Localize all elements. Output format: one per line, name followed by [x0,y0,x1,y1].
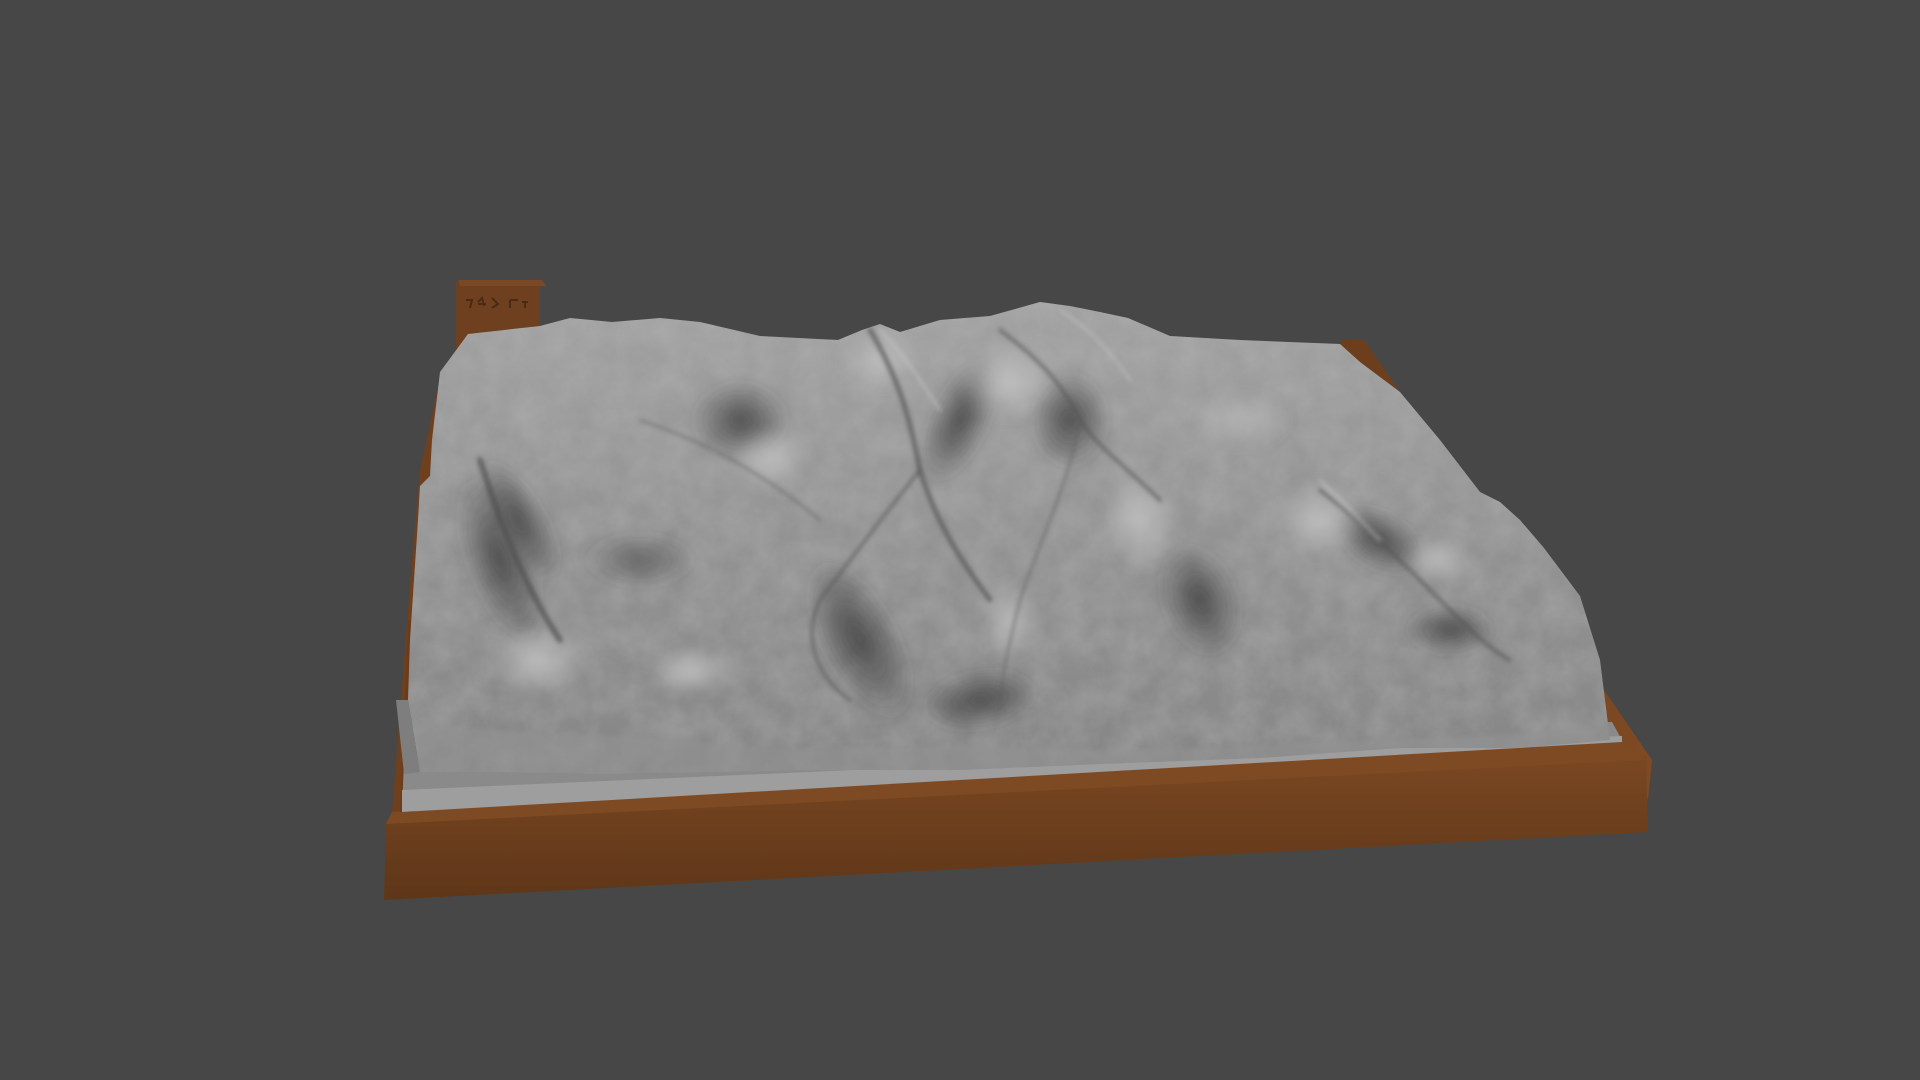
3d-viewport[interactable] [0,0,1920,1080]
terrain-relief-model[interactable] [396,290,1630,812]
viewport-canvas [384,280,1652,900]
